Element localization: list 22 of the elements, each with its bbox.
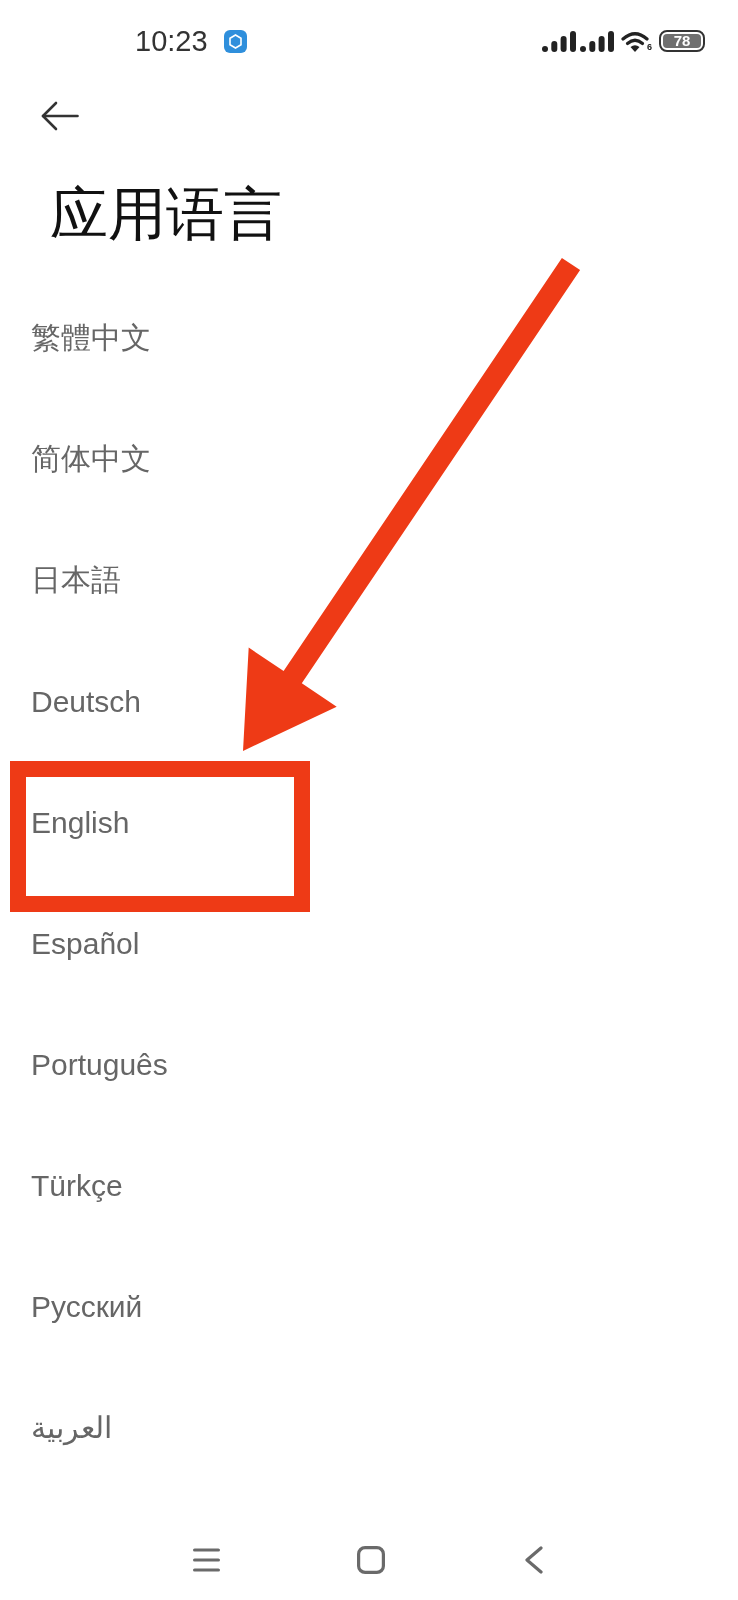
battery-indicator: 78 [659,30,705,52]
language-option[interactable]: English [0,762,738,883]
language-option[interactable]: Deutsch [0,641,738,762]
language-option[interactable]: 繁體中文 [0,278,738,399]
signal-icon [542,30,576,52]
wifi-standard-label: 6 [647,42,652,52]
language-option[interactable]: 日本語 [0,520,738,641]
language-option[interactable]: 简体中文 [0,399,738,520]
signal-icon [580,30,614,52]
menu-icon[interactable] [192,1548,220,1572]
language-option[interactable]: Türkçe [0,1125,738,1246]
wifi-icon [621,30,649,52]
language-option[interactable]: Русский [0,1246,738,1367]
language-option[interactable]: العربية [0,1367,738,1488]
status-time: 10:23 [135,26,208,56]
language-option[interactable]: Português [0,1004,738,1125]
back-icon[interactable] [41,101,79,131]
language-option[interactable]: Español [0,883,738,1004]
page-title: 应用语言 [49,180,283,248]
hexagon-app-icon [223,29,247,53]
back-icon[interactable] [525,1546,543,1574]
home-icon[interactable] [357,1546,385,1574]
